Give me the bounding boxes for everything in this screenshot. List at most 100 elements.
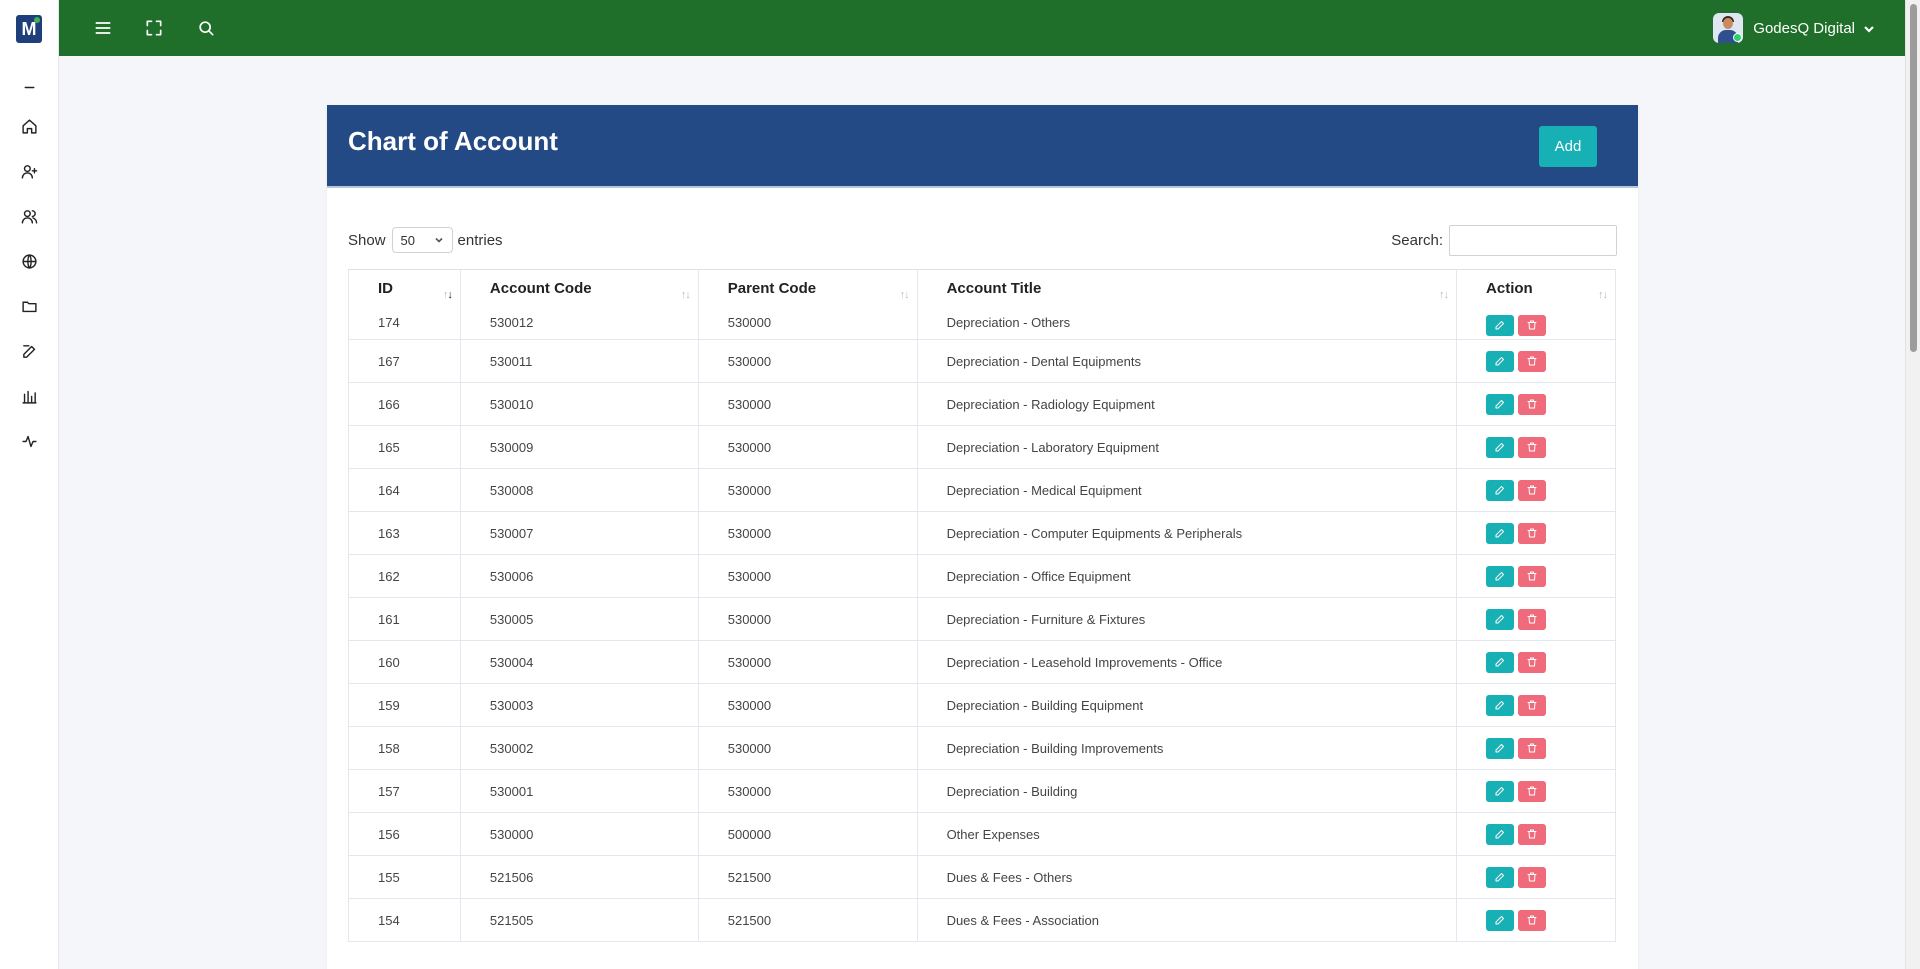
cell-action (1456, 855, 1616, 899)
menu-icon[interactable] (90, 15, 116, 41)
delete-button[interactable] (1518, 393, 1547, 415)
cell-parent-code: 530000 (698, 683, 918, 727)
edit-button[interactable] (1486, 909, 1515, 931)
delete-button[interactable] (1518, 314, 1547, 336)
sort-icon: ↑↓ (1598, 289, 1608, 301)
cell-account-title: Other Expenses (917, 812, 1458, 856)
table-row: 158 530002 530000 Depreciation - Building I… (348, 726, 1616, 770)
cell-account-code: 530002 (460, 726, 699, 770)
user-plus-icon[interactable] (17, 159, 41, 183)
cell-account-code: 530000 (460, 812, 699, 856)
cell-action (1456, 726, 1616, 770)
collapse-icon[interactable] (17, 75, 41, 99)
delete-button[interactable] (1518, 737, 1547, 759)
delete-button[interactable] (1518, 479, 1547, 501)
cell-parent-code: 530000 (698, 726, 918, 770)
sidebar: M (0, 0, 59, 969)
delete-button[interactable] (1518, 565, 1547, 587)
delete-button[interactable] (1518, 780, 1547, 802)
cell-account-code: 521506 (460, 855, 699, 899)
user-menu[interactable]: GodesQ Digital (1713, 12, 1875, 44)
avatar (1713, 13, 1744, 43)
users-icon[interactable] (17, 204, 41, 228)
search-input[interactable] (1449, 225, 1617, 256)
globe-icon[interactable] (17, 249, 41, 273)
table-row: 163 530007 530000 Depreciation - Computer E… (348, 511, 1616, 555)
activity-icon[interactable] (17, 429, 41, 453)
edit-button[interactable] (1486, 436, 1515, 458)
delete-button[interactable] (1518, 694, 1547, 716)
edit-button[interactable] (1486, 823, 1515, 845)
folder-icon[interactable] (17, 294, 41, 318)
table-row: 162 530006 530000 Depreciation - Office Equ… (348, 554, 1616, 598)
cell-id: 165 (348, 425, 461, 469)
cell-action (1456, 309, 1616, 340)
edit-button[interactable] (1486, 393, 1515, 415)
home-icon[interactable] (17, 114, 41, 138)
column-header-id[interactable]: ID ↑↓ (348, 269, 461, 310)
trash-icon (1527, 743, 1537, 753)
cell-action (1456, 511, 1616, 555)
cell-action (1456, 812, 1616, 856)
sort-icon: ↑↓ (1439, 289, 1449, 301)
edit-button[interactable] (1486, 651, 1515, 673)
table-row: 155 521506 521500 Dues & Fees - Others (348, 855, 1616, 899)
delete-button[interactable] (1518, 350, 1547, 372)
cell-account-title: Depreciation - Building Improvements (917, 726, 1458, 770)
table-row: 156 530000 500000 Other Expenses (348, 812, 1616, 856)
edit-icon[interactable] (17, 339, 41, 363)
column-header-account-code[interactable]: Account Code ↑↓ (460, 269, 699, 310)
scrollbar-thumb[interactable] (1910, 4, 1917, 352)
edit-button[interactable] (1486, 737, 1515, 759)
delete-button[interactable] (1518, 608, 1547, 630)
cell-id: 157 (348, 769, 461, 813)
trash-icon (1527, 657, 1537, 667)
edit-button[interactable] (1486, 565, 1515, 587)
edit-icon (1495, 321, 1505, 330)
edit-button[interactable] (1486, 314, 1515, 336)
delete-button[interactable] (1518, 651, 1547, 673)
search-icon[interactable] (193, 15, 219, 41)
delete-button[interactable] (1518, 823, 1547, 845)
delete-button[interactable] (1518, 909, 1547, 931)
delete-button[interactable] (1518, 522, 1547, 544)
cell-action (1456, 683, 1616, 727)
column-header-account-title[interactable]: Account Title ↑↓ (917, 269, 1458, 310)
column-header-action[interactable]: Action ↑↓ (1456, 269, 1616, 310)
cell-id: 174 (348, 309, 461, 340)
cell-id: 163 (348, 511, 461, 555)
trash-icon (1527, 571, 1537, 581)
page-scrollbar[interactable] (1905, 0, 1920, 969)
column-header-parent-code[interactable]: Parent Code ↑↓ (698, 269, 918, 310)
cell-action (1456, 898, 1616, 942)
edit-button[interactable] (1486, 350, 1515, 372)
edit-button[interactable] (1486, 608, 1515, 630)
add-button[interactable]: Add (1539, 126, 1597, 167)
cell-account-code: 521505 (460, 898, 699, 942)
chevron-down-icon (434, 237, 443, 243)
delete-button[interactable] (1518, 866, 1547, 888)
entries-length-control: Show 50 entries (348, 227, 503, 253)
trash-icon (1527, 528, 1537, 538)
sort-desc-icon: ↑↓ (442, 289, 453, 301)
table-row: 160 530004 530000 Depreciation - Leasehold … (348, 640, 1616, 684)
cell-action (1456, 597, 1616, 641)
bar-chart-icon[interactable] (17, 384, 41, 408)
app-logo[interactable]: M (16, 15, 42, 43)
edit-button[interactable] (1486, 694, 1515, 716)
cell-account-code: 530005 (460, 597, 699, 641)
edit-button[interactable] (1486, 866, 1515, 888)
cell-account-code: 530012 (460, 309, 699, 340)
delete-button[interactable] (1518, 436, 1547, 458)
edit-button[interactable] (1486, 522, 1515, 544)
edit-icon (1495, 916, 1505, 925)
length-prefix: Show (348, 231, 386, 249)
edit-button[interactable] (1486, 780, 1515, 802)
edit-button[interactable] (1486, 479, 1515, 501)
fullscreen-icon[interactable] (141, 15, 167, 41)
cell-parent-code: 530000 (698, 425, 918, 469)
sort-icon: ↑↓ (899, 289, 910, 301)
edit-icon (1495, 443, 1505, 452)
edit-icon (1495, 787, 1505, 796)
entries-select[interactable]: 50 (391, 227, 453, 253)
